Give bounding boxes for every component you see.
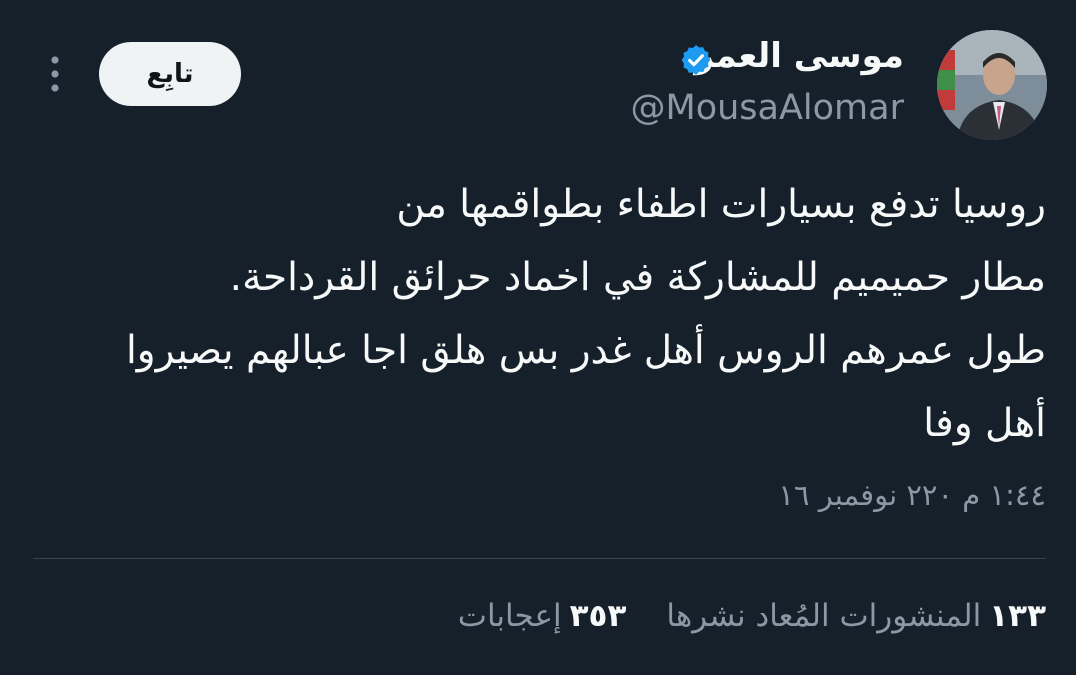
tweet-timestamp[interactable]: ١:٤٤ م ٢٢٠ نوفمبر ١٦ — [778, 478, 1046, 512]
user-handle[interactable]: @MousaAlomar — [631, 88, 905, 128]
reposts-label: المنشورات المُعاد نشرها — [666, 598, 982, 634]
engagement-stats: ١٣٣ المنشورات المُعاد نشرها ٣٥٣ إعجابات — [458, 598, 1046, 634]
tweet-text: روسيا تدفع بسيارات اطفاء بطواقمها من مطا… — [125, 182, 1046, 446]
likes-count: ٣٥٣ — [569, 598, 627, 634]
tweet-card: موسى العمر @MousaAlomar تابِع روسيا تدفع… — [0, 0, 1076, 675]
follow-button[interactable]: تابِع — [99, 42, 241, 106]
reposts-stat[interactable]: ١٣٣ المنشورات المُعاد نشرها — [666, 598, 1046, 634]
divider — [33, 558, 1046, 559]
display-name[interactable]: موسى العمر — [694, 36, 904, 76]
avatar[interactable] — [937, 30, 1047, 140]
more-options-icon[interactable] — [44, 54, 66, 94]
reposts-count: ١٣٣ — [989, 598, 1046, 634]
likes-stat[interactable]: ٣٥٣ إعجابات — [458, 598, 627, 634]
verified-badge-icon — [681, 45, 711, 75]
likes-label: إعجابات — [457, 598, 562, 634]
